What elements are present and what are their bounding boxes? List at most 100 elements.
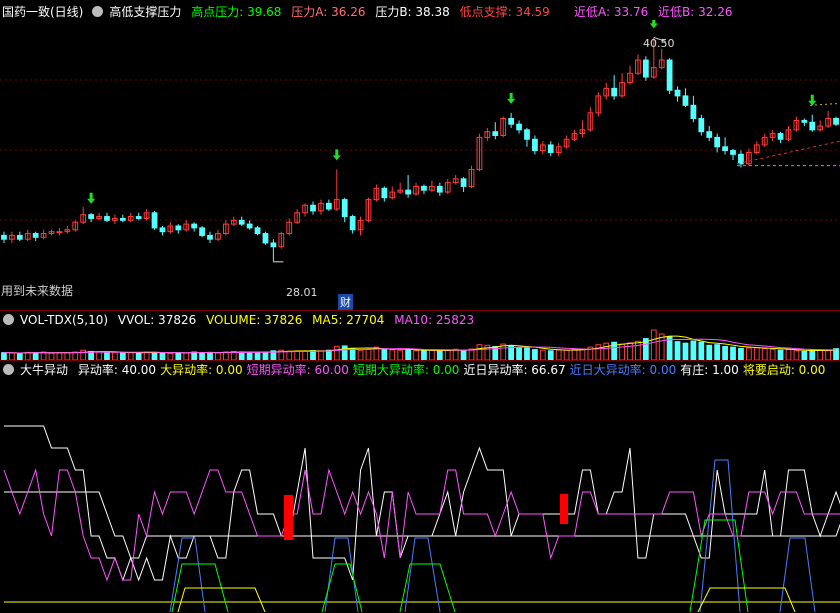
volume-bar [682,342,689,360]
volume-bar [310,350,316,360]
osc-item-6: 有庄: 1.00 [680,363,739,377]
indicator-name[interactable]: 高低支撑压力 [109,5,181,19]
candle-body [674,89,681,97]
oscillator-chart[interactable] [0,380,840,612]
vol-item-0: VVOL: 37826 [117,313,197,327]
volume-bar [579,348,586,360]
volume-bar [547,350,554,360]
volume-bar [112,351,118,360]
volume-bar [286,350,293,360]
osc-yellow-line [177,587,266,612]
volume-bar [635,340,641,360]
candle-body [175,225,182,231]
pressure-line [809,102,840,106]
volume-bar [119,352,126,360]
volume-bar [238,351,245,360]
volume-bar [595,344,602,360]
volume-bar [96,351,102,360]
high-price-label: 40.50 [643,37,675,50]
gear-icon[interactable] [3,314,14,325]
candle-body [738,153,744,165]
osc-item-5: 近日大异动率: 0.00 [569,363,677,377]
volume-bar [222,351,229,360]
volume-bar [468,348,475,360]
candlestick-chart[interactable] [0,20,840,310]
volume-bar [397,349,404,360]
volume-bar [539,349,546,360]
vol-item-2: MA5: 27704 [312,313,385,327]
candle-body [460,178,467,187]
volume-bar [40,351,47,360]
candle-body [801,119,808,123]
stock-title[interactable]: 国药一致(日线) [2,5,83,19]
volume-bar [516,347,522,360]
candle-body [777,133,784,140]
volume-bar [104,352,110,360]
volume-bar [714,344,721,360]
main-right-0: 近低A: 33.76 [574,5,649,19]
volume-bar [159,352,166,360]
osc-indicator-name[interactable]: 大牛异动 [20,363,68,377]
volume-bar [254,352,261,360]
candle-body [381,187,388,199]
volume-bar [1,352,7,360]
candle-body [809,121,816,131]
volume-bar [302,350,308,360]
candle-body [238,219,245,225]
volume-bar [127,352,134,360]
volume-bar [817,350,824,360]
volume-bar [183,352,190,360]
volume-bar [436,350,443,360]
low-price-label: 28.01 [286,286,318,299]
vol-indicator-name[interactable]: VOL-TDX(5,10) [20,313,108,327]
volume-bar [151,351,158,360]
volume-bar [9,352,15,360]
osc-blue-line [779,537,816,612]
candle-body [349,216,356,231]
gear-icon[interactable] [3,364,14,375]
candle-body [151,212,158,229]
candle-body [642,59,649,78]
osc-panel-header: 大牛异动 异动率: 40.00 大异动率: 0.00 短期异动率: 60.00 短期大… [0,361,831,379]
volume-chart[interactable] [0,327,840,360]
candle-body [325,202,332,210]
candle-body [611,87,618,97]
volume-bar [698,341,705,360]
gear-icon[interactable] [92,6,104,17]
candle-body [492,131,499,136]
volume-bar [405,349,411,360]
volume-bar [72,351,79,360]
candle-body [405,189,411,195]
volume-bar [429,350,435,360]
signal-arrow-icon [87,192,96,204]
volume-bar [341,345,348,360]
main-right-1: 近低B: 32.26 [658,5,733,19]
volume-bar [476,344,483,360]
candle-body [666,59,673,91]
candle-body [421,185,427,191]
volume-bar [135,352,142,360]
volume-bar [722,346,728,360]
osc-item-4: 近日异动率: 66.67 [463,363,566,377]
volume-bar [325,349,332,360]
volume-bar [207,351,213,360]
candle-body [516,123,522,131]
volume-bar [444,349,451,360]
volume-bar [769,348,776,360]
candle-body [714,136,721,148]
support-line-a [736,140,840,165]
candle-body [254,227,261,235]
volume-bar [706,344,713,360]
volume-bar [793,350,800,360]
volume-bar [246,351,253,360]
finance-badge[interactable]: 财 [338,294,353,310]
volume-bar [650,329,657,360]
candle-body [698,118,705,133]
main-item-0: 高点压力: 39.68 [191,5,282,19]
volume-bar [555,349,562,360]
candle-body [104,216,110,221]
candle-body [524,129,530,140]
candle-body [270,242,277,248]
volume-bar [318,350,324,360]
volume-bar [16,352,23,360]
